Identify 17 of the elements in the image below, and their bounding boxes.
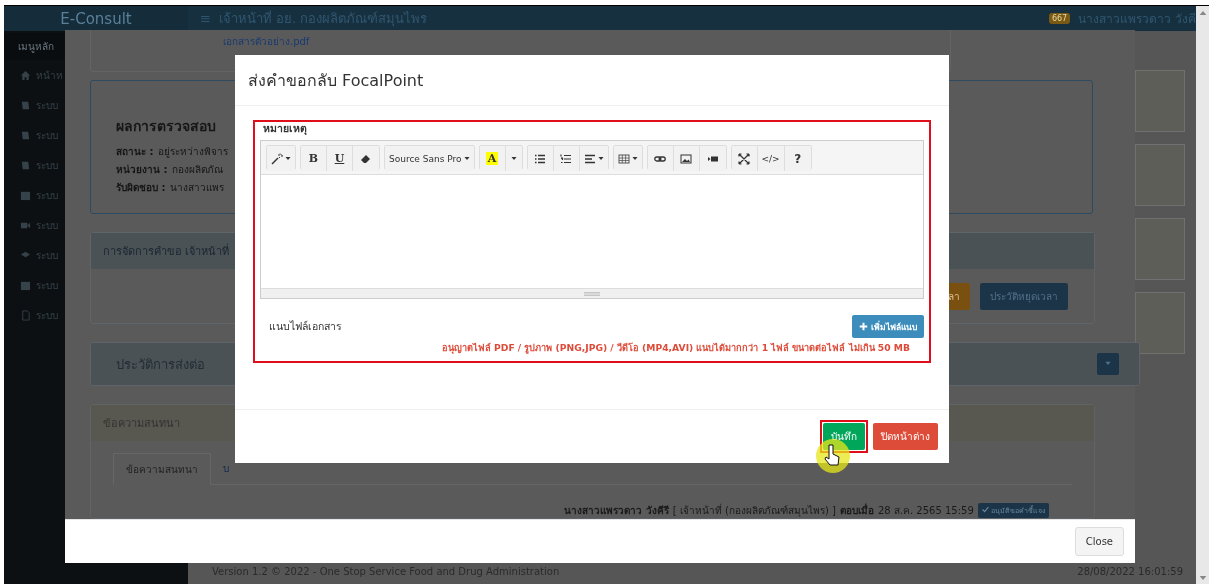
field-label: หน่วยงาน : xyxy=(116,163,168,177)
section-title: ผลการตรวจสอบ xyxy=(116,117,216,136)
field-label: รับผิดชอบ : xyxy=(116,181,166,195)
message-time: 28 ส.ค. 2565 15:59 xyxy=(877,504,974,518)
field-value: กองผลิตภัณ xyxy=(172,163,224,177)
font-name: Source Sans Pro xyxy=(389,153,462,164)
dialog-title: ส่งคำขอกลับ FocalPoint xyxy=(235,55,949,106)
file-rule-note: อนุญาตไฟล์ PDF / รูปภาพ (PNG,JPG) / วีดีโอ (MP4,AVI) แนบได้มากกว่า 1 ไฟล์ ขนาดต่อไฟล์ ไม่เกิน 50 MB xyxy=(440,341,911,355)
field-value: อยู่ระหว่างพิจาร xyxy=(158,145,229,160)
author-role: [ เจ้าหน้าที่ (กองผลิตภัณฑ์สมุนไพร) ] xyxy=(672,503,836,518)
field-label: หมายเหตุ xyxy=(262,122,308,135)
field-label: แนบไฟล์เอกสาร xyxy=(269,319,342,334)
reply-label: ตอบเมื่อ xyxy=(839,503,874,518)
message-author: นางสาวแพรวดาว วังคีรี xyxy=(564,504,669,518)
color-letter: A xyxy=(485,152,499,165)
field-label: สถานะ : xyxy=(116,145,154,159)
field-value: นางสาวแพร xyxy=(170,181,225,195)
